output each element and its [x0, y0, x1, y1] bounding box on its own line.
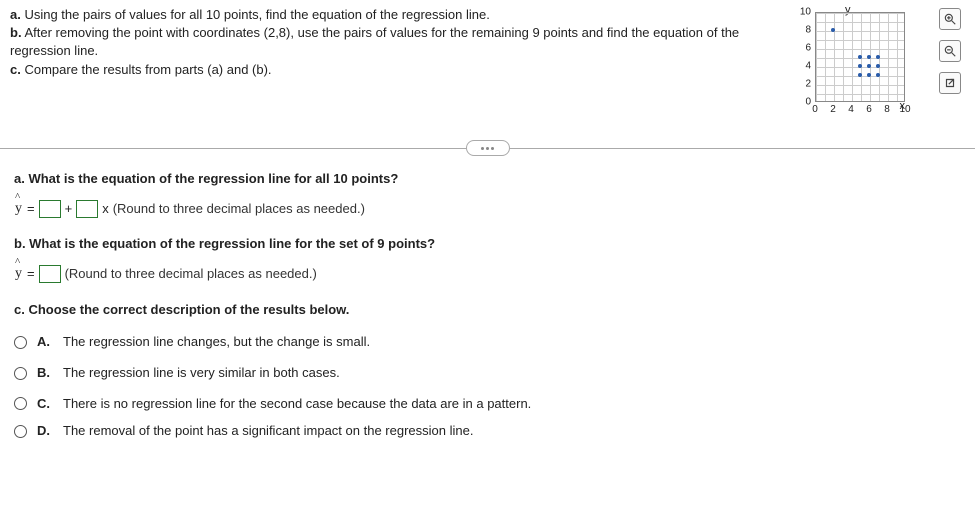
section-divider	[0, 148, 975, 149]
x-tick: 10	[899, 104, 910, 115]
scatter-chart: y x 10 8 6 4 2 0 0 2 4 6 8 10	[795, 6, 925, 116]
data-point	[858, 64, 862, 68]
part-c-prefix: c.	[10, 62, 21, 77]
data-point	[867, 55, 871, 59]
part-c-question: c. Choose the correct description of the…	[14, 298, 961, 323]
x-tick: 8	[884, 104, 890, 115]
equation-b: y = (Round to three decimal places as ne…	[14, 261, 961, 288]
y-tick: 10	[800, 7, 811, 18]
slope-input[interactable]	[76, 200, 98, 218]
option-c-label: C.	[37, 392, 53, 417]
x-symbol: x	[102, 197, 109, 222]
option-b-text: The regression line is very similar in b…	[63, 361, 340, 386]
part-a-text: Using the pairs of values for all 10 poi…	[21, 7, 490, 22]
option-b-label: B.	[37, 361, 53, 386]
equals-sign: =	[27, 262, 35, 287]
x-tick: 2	[830, 104, 836, 115]
y-hat-symbol: y	[14, 196, 23, 223]
plus-sign: +	[65, 197, 73, 222]
part-c-text: Compare the results from parts (a) and (…	[21, 62, 272, 77]
y-tick: 0	[805, 97, 811, 108]
part-a-prefix: a.	[10, 7, 21, 22]
option-c-text: There is no regression line for the seco…	[63, 392, 531, 417]
data-point	[876, 64, 880, 68]
zoom-out-icon[interactable]	[939, 40, 961, 62]
y-tick: 4	[805, 61, 811, 72]
equals-sign: =	[27, 197, 35, 222]
y-tick: 8	[805, 25, 811, 36]
x-tick: 4	[848, 104, 854, 115]
option-a-text: The regression line changes, but the cha…	[63, 330, 370, 355]
intercept-input-b[interactable]	[39, 265, 61, 283]
data-point	[876, 55, 880, 59]
zoom-in-icon[interactable]	[939, 8, 961, 30]
part-b-text: After removing the point with coordinate…	[10, 25, 739, 58]
x-tick: 0	[812, 104, 818, 115]
option-d-text: The removal of the point has a significa…	[63, 422, 473, 440]
part-a-question: a. What is the equation of the regressio…	[14, 167, 961, 192]
option-b-row: B. The regression line is very similar i…	[14, 361, 961, 386]
option-c-radio[interactable]	[14, 397, 27, 410]
y-hat-symbol: y	[14, 261, 23, 288]
y-tick: 2	[805, 79, 811, 90]
option-a-label: A.	[37, 330, 53, 355]
option-d-label: D.	[37, 422, 53, 440]
expand-button[interactable]	[466, 140, 510, 156]
part-a-hint: (Round to three decimal places as needed…	[113, 197, 365, 222]
part-b-question: b. What is the equation of the regressio…	[14, 232, 961, 257]
data-point	[858, 55, 862, 59]
question-prompt: a. Using the pairs of values for all 10 …	[10, 6, 795, 116]
part-b-hint: (Round to three decimal places as needed…	[65, 262, 317, 287]
data-point	[858, 73, 862, 77]
data-point	[876, 73, 880, 77]
y-tick: 6	[805, 43, 811, 54]
data-point	[867, 64, 871, 68]
part-b-prefix: b.	[10, 25, 22, 40]
option-b-radio[interactable]	[14, 367, 27, 380]
option-d-radio[interactable]	[14, 425, 27, 438]
intercept-input[interactable]	[39, 200, 61, 218]
equation-a: y = + x (Round to three decimal places a…	[14, 196, 961, 223]
option-c-row: C. There is no regression line for the s…	[14, 392, 961, 417]
option-d-row: D. The removal of the point has a signif…	[14, 422, 961, 440]
open-external-icon[interactable]	[939, 72, 961, 94]
data-point	[831, 28, 835, 32]
option-a-radio[interactable]	[14, 336, 27, 349]
data-point	[867, 73, 871, 77]
x-tick: 6	[866, 104, 872, 115]
option-a-row: A. The regression line changes, but the …	[14, 330, 961, 355]
